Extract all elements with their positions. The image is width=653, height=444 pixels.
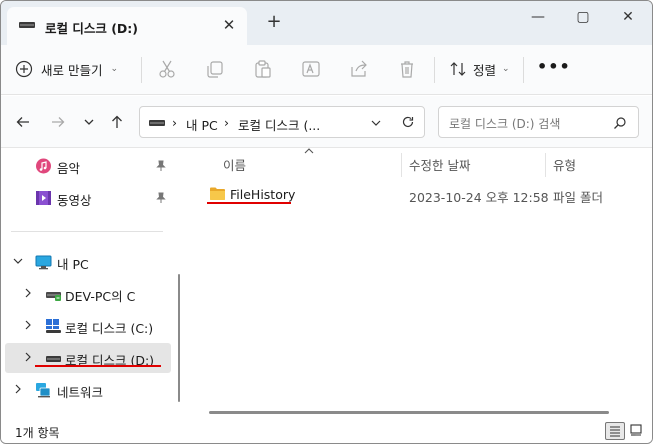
file-type: 파일 폴더: [553, 190, 603, 205]
pin-icon[interactable]: [155, 192, 167, 204]
sidebar-item-local-disk-c[interactable]: 로컬 디스크 (C:): [5, 311, 171, 341]
navigation-pane: 음악 동영상 내 PC DEV-PC의 C 로컬 디스크 (C:) 로컬 디스크…: [1, 149, 183, 413]
chevron-right-icon[interactable]: [23, 352, 33, 362]
new-button-label: 새로 만들기: [41, 62, 103, 78]
computer-icon: [35, 255, 52, 270]
status-bar: 1개 항목: [1, 415, 652, 443]
sidebar-item-label: 네트워크: [57, 385, 104, 400]
forward-arrow-icon[interactable]: [50, 114, 66, 130]
rename-icon[interactable]: [300, 58, 322, 80]
file-date: 2023-10-24 오후 12:58: [409, 190, 549, 205]
sidebar-item-label: 음악: [57, 161, 81, 176]
sort-button-label: 정렬: [473, 62, 497, 78]
toolbar-divider: [434, 57, 435, 83]
sort-ascending-caret-icon: [304, 148, 314, 154]
breadcrumb-separator-icon[interactable]: ›: [224, 115, 229, 130]
column-header-type[interactable]: 유형: [553, 155, 576, 174]
red-underline-annotation: [207, 202, 291, 204]
column-header-date[interactable]: 수정한 날짜: [409, 155, 470, 174]
sidebar-divider: [11, 231, 163, 232]
details-view-button[interactable]: [605, 422, 625, 440]
more-options-icon[interactable]: •••: [537, 57, 571, 76]
sort-button[interactable]: 정렬 ⌄: [449, 54, 510, 84]
column-divider[interactable]: [401, 153, 402, 177]
tiles-view-button[interactable]: [627, 422, 647, 440]
pin-icon[interactable]: [155, 160, 167, 172]
sidebar-item-videos[interactable]: 동영상: [5, 183, 171, 213]
sidebar-item-label: DEV-PC의 C: [65, 289, 136, 304]
sidebar-item-network[interactable]: 네트워크: [5, 375, 171, 405]
delete-icon[interactable]: [396, 58, 418, 80]
toolbar-divider: [141, 57, 142, 83]
close-window-button[interactable]: ✕: [614, 7, 642, 27]
toolbar-divider: [523, 57, 524, 83]
cut-icon[interactable]: [156, 58, 178, 80]
close-tab-icon[interactable]: ✕: [220, 16, 238, 34]
new-button[interactable]: 새로 만들기 ⌄: [15, 54, 118, 84]
maximize-button[interactable]: ▢: [569, 7, 597, 27]
search-box[interactable]: 로컬 디스크 (D:) 검색: [438, 106, 639, 138]
paste-icon[interactable]: [252, 58, 274, 80]
network-icon: [36, 383, 51, 398]
minimize-button[interactable]: —: [524, 7, 552, 27]
share-icon[interactable]: [348, 58, 370, 80]
sidebar-item-label: 로컬 디스크 (C:): [65, 321, 154, 336]
breadcrumb-local-disk[interactable]: 로컬 디스크 (...: [238, 115, 320, 134]
search-placeholder: 로컬 디스크 (D:) 검색: [449, 117, 561, 131]
chevron-right-icon[interactable]: [23, 288, 33, 298]
command-bar: 새로 만들기 ⌄ 정렬 ⌄ •••: [1, 45, 652, 95]
copy-icon[interactable]: [204, 58, 226, 80]
drive-icon: [19, 22, 35, 28]
address-dropdown-chevron-icon[interactable]: [370, 118, 382, 128]
tiles-view-icon: [630, 424, 642, 436]
breadcrumb-this-pc[interactable]: 내 PC: [186, 115, 218, 134]
search-icon[interactable]: [613, 116, 627, 130]
address-row: › 내 PC › 로컬 디스크 (... 로컬 디스크 (D:) 검색: [1, 96, 652, 148]
tab-title: 로컬 디스크 (D:): [45, 21, 139, 36]
windows-drive-icon: [46, 319, 61, 333]
chevron-down-icon[interactable]: [13, 256, 23, 266]
video-icon: [36, 191, 51, 205]
table-row[interactable]: FileHistory 2023-10-24 오후 12:58 파일 폴더: [201, 181, 651, 209]
chevron-right-icon[interactable]: [13, 384, 23, 394]
back-arrow-icon[interactable]: [15, 114, 31, 130]
details-view-icon: [610, 426, 620, 437]
sidebar-scrollbar[interactable]: [178, 274, 180, 402]
folder-icon: [210, 187, 225, 200]
column-divider[interactable]: [545, 153, 546, 177]
sidebar-item-local-disk-d[interactable]: 로컬 디스크 (D:): [5, 343, 171, 373]
chevron-down-icon: ⌄: [502, 64, 510, 74]
sidebar-item-label: 동영상: [57, 193, 92, 208]
item-count: 1개 항목: [15, 426, 60, 440]
recent-locations-chevron-icon[interactable]: [81, 114, 97, 130]
sort-arrows-icon: [450, 62, 466, 76]
drive-icon: [46, 356, 61, 362]
horizontal-scrollbar[interactable]: [209, 411, 609, 414]
sidebar-item-this-pc[interactable]: 내 PC: [5, 247, 171, 277]
address-bar[interactable]: › 내 PC › 로컬 디스크 (...: [139, 106, 425, 138]
plus-circle-icon: [15, 60, 33, 78]
red-underline-annotation: [35, 365, 161, 367]
sidebar-item-label: 내 PC: [57, 257, 89, 272]
sidebar-item-music[interactable]: 음악: [5, 151, 171, 181]
file-list: 이름 수정한 날짜 유형 FileHistory 2023-10-24 오후 1…: [191, 148, 652, 414]
chevron-right-icon[interactable]: [23, 320, 33, 330]
chevron-down-icon: ⌄: [110, 64, 119, 74]
new-tab-button[interactable]: +: [265, 13, 283, 31]
file-explorer-window: 로컬 디스크 (D:) ✕ + — ▢ ✕ 새로 만들기 ⌄ 정렬 ⌄ •••: [0, 0, 653, 444]
music-icon: [36, 158, 51, 174]
file-name[interactable]: FileHistory: [230, 187, 295, 202]
breadcrumb-separator-icon[interactable]: ›: [172, 115, 177, 130]
title-bar: 로컬 디스크 (D:) ✕ + — ▢ ✕: [1, 1, 652, 45]
refresh-icon[interactable]: [401, 115, 415, 129]
drive-icon: [149, 120, 165, 126]
column-header-name[interactable]: 이름: [223, 155, 246, 174]
up-arrow-icon[interactable]: [109, 114, 125, 130]
sidebar-item-dev-pc-c[interactable]: DEV-PC의 C: [5, 279, 171, 309]
tab-local-disk-d[interactable]: 로컬 디스크 (D:) ✕: [7, 7, 247, 45]
network-drive-icon: [46, 292, 61, 301]
